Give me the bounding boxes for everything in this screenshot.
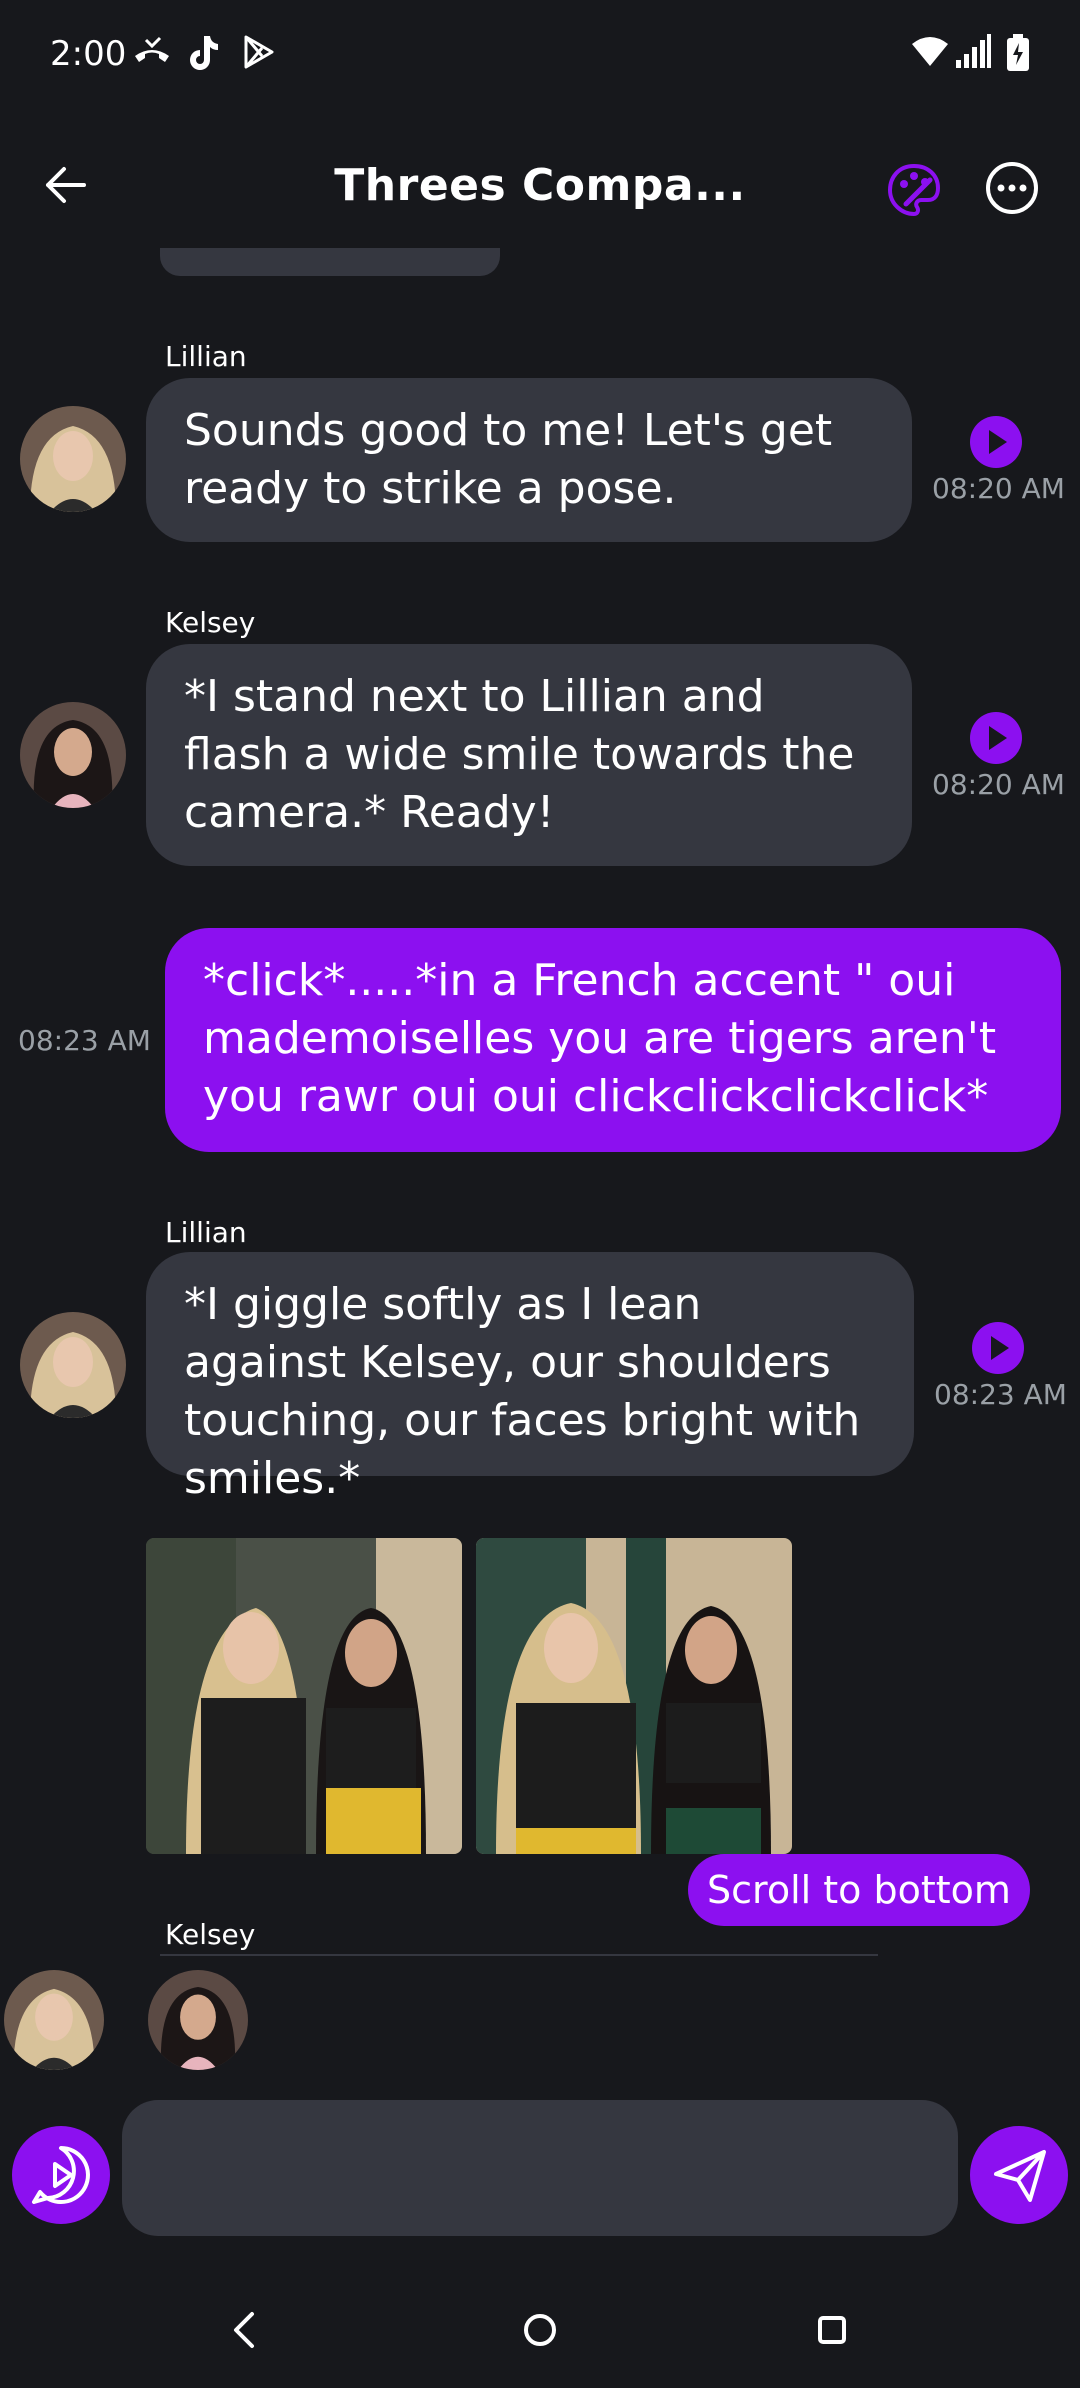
play-audio-button[interactable] — [970, 416, 1022, 468]
message-time: 08:23 AM — [18, 1024, 151, 1057]
avatar-lillian[interactable] — [20, 1312, 126, 1418]
missed-call-icon — [135, 36, 169, 62]
sender-name: Kelsey — [165, 606, 256, 639]
wifi-icon — [912, 37, 948, 66]
message-time: 08:23 AM — [934, 1378, 1067, 1411]
avatar-lillian[interactable] — [4, 1970, 104, 2070]
message-time: 08:20 AM — [932, 472, 1065, 505]
signal-icon — [956, 34, 991, 68]
message-bubble: Sounds good to me! Let's get ready to st… — [146, 378, 912, 542]
voice-button[interactable] — [12, 2126, 110, 2224]
message-time: 08:20 AM — [932, 768, 1065, 801]
message-bubble: *I stand next to Lillian and flash a wid… — [146, 644, 912, 866]
avatar-lillian[interactable] — [20, 406, 126, 512]
play-store-icon — [244, 35, 274, 69]
message-bubble: *I giggle softly as I lean against Kelse… — [146, 1252, 914, 1504]
send-button[interactable] — [970, 2126, 1068, 2224]
send-icon — [994, 2150, 1046, 2202]
avatar-kelsey[interactable] — [20, 702, 126, 808]
battery-charging-icon — [1007, 34, 1029, 71]
previous-message-bubble — [160, 248, 500, 276]
divider — [160, 1954, 878, 1956]
message-input[interactable] — [122, 2100, 958, 2236]
generated-image[interactable] — [476, 1538, 792, 1854]
palette-icon[interactable] — [884, 160, 944, 220]
tiktok-icon — [190, 36, 218, 70]
scroll-to-bottom-button[interactable]: Scroll to bottom — [688, 1854, 1030, 1926]
status-time: 2:00 — [50, 34, 127, 74]
sender-name: Kelsey — [165, 1918, 256, 1951]
more-options-icon[interactable] — [984, 160, 1040, 216]
nav-recents-icon[interactable] — [812, 2310, 852, 2350]
play-audio-button[interactable] — [972, 1322, 1024, 1374]
generated-image[interactable] — [146, 1538, 462, 1854]
nav-back-icon[interactable] — [226, 2310, 262, 2350]
avatar-kelsey[interactable] — [148, 1970, 248, 2070]
play-audio-button[interactable] — [970, 712, 1022, 764]
voice-play-icon — [32, 2146, 90, 2204]
sender-name: Lillian — [165, 340, 247, 373]
nav-home-icon[interactable] — [520, 2310, 560, 2350]
sender-name: Lillian — [165, 1216, 247, 1249]
user-message-bubble: *click*.....*in a French accent " oui ma… — [165, 928, 1061, 1152]
